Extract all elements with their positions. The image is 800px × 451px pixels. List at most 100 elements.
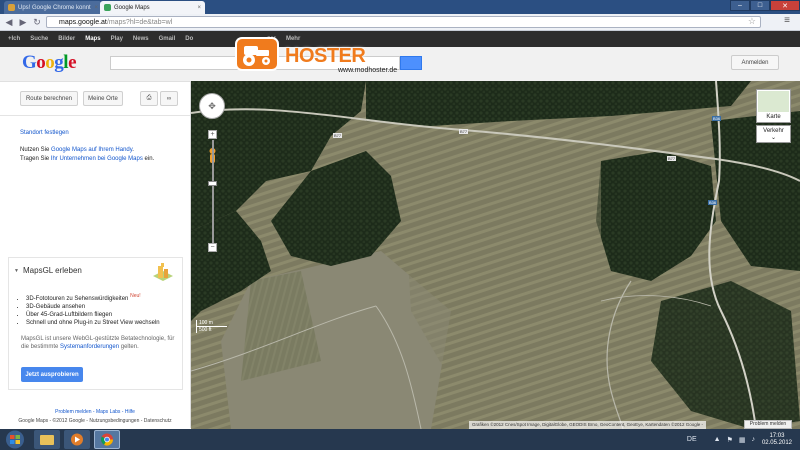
gbar-item-gmail[interactable]: Gmail bbox=[154, 36, 181, 42]
gbar-item-images[interactable]: Bilder bbox=[53, 36, 80, 42]
show-hidden-icons-icon[interactable]: ▲ bbox=[714, 436, 721, 443]
gbar-item-news[interactable]: News bbox=[128, 36, 154, 42]
scale-imperial: 500 ft bbox=[196, 327, 219, 333]
gbar-item-play[interactable]: Play bbox=[106, 36, 128, 42]
url-host: maps.google.at bbox=[59, 18, 107, 26]
watermark-url: www.modhoster.de bbox=[338, 67, 398, 74]
promo-text-2: . bbox=[132, 147, 134, 153]
maps-sidebar: Route berechnen Meine Orte ⎙ ∞ Standort … bbox=[0, 82, 191, 428]
forward-arrow-icon[interactable]: ▶ bbox=[17, 16, 29, 28]
gbar-item-docs[interactable]: Do bbox=[180, 36, 198, 42]
road-label: B77 bbox=[667, 156, 677, 161]
login-button[interactable]: Anmelden bbox=[731, 55, 779, 70]
link-icon[interactable]: ∞ bbox=[160, 91, 178, 106]
mapsgl-panel: ▼ MapsGL erleben 3D-Fototouren zu Sehens… bbox=[8, 257, 183, 390]
list-item: Schnell und ohne Plug-in zu Street View … bbox=[26, 319, 160, 327]
language-indicator[interactable]: DE bbox=[687, 436, 697, 443]
browser-tab-strip: Ups! Google Chrome konnt × Google Maps ×… bbox=[0, 0, 800, 14]
chrome-icon[interactable] bbox=[94, 430, 120, 449]
promo-text-1: Nutzen Sie bbox=[20, 147, 52, 153]
bookmark-star-icon[interactable]: ☆ bbox=[748, 16, 756, 27]
dropdown-arrow-icon: ⌄ bbox=[770, 135, 777, 141]
pan-control-icon[interactable]: ✥ bbox=[199, 93, 225, 119]
tab-close-icon[interactable]: × bbox=[197, 5, 201, 11]
google-logo[interactable]: Google bbox=[22, 52, 76, 74]
print-icon[interactable]: ⎙ bbox=[140, 91, 158, 106]
minimize-icon[interactable]: ‒ bbox=[730, 0, 750, 11]
windows-taskbar: DE ▲ ⚑ ▦ ♪ 17:03 02.05.2012 bbox=[0, 429, 800, 450]
traffic-button[interactable]: Verkehr ⌄ bbox=[756, 125, 791, 143]
maximize-icon[interactable]: □ bbox=[750, 0, 770, 11]
modhoster-watermark: HOSTER www.modhoster.de bbox=[237, 35, 407, 77]
network-icon[interactable]: ▦ bbox=[739, 436, 746, 444]
satellite-map[interactable]: B77 B77 B77 B36 B36 ✥ + − 100 m 500 ft K… bbox=[191, 81, 800, 429]
tab-title: Ups! Google Chrome konnt bbox=[18, 4, 91, 11]
google-maps-favicon bbox=[104, 4, 111, 11]
url-path: /maps?hl=de&tab=wl bbox=[106, 18, 173, 26]
system-tray: DE ▲ ⚑ ▦ ♪ 17:03 02.05.2012 bbox=[684, 429, 800, 450]
map-thumbnail bbox=[758, 91, 789, 112]
gbar-item-plus[interactable]: +Ich bbox=[3, 36, 25, 42]
road-label: B36 bbox=[708, 200, 718, 205]
promo-text-3: Tragen Sie bbox=[20, 156, 51, 162]
explorer-icon[interactable] bbox=[34, 430, 60, 449]
set-location-link[interactable]: Standort festlegen bbox=[20, 130, 69, 136]
sidebar-footer-links[interactable]: Problem melden - Maps Labs - Hilfe bbox=[0, 409, 190, 415]
map-attribution: Grafiken ©2012 Cnes/Spot Image, DigitalG… bbox=[469, 421, 707, 429]
map-type-karte-button[interactable]: Karte bbox=[756, 89, 791, 123]
sidebar-footer-legal[interactable]: Google Maps - ©2012 Google - Nutzungsbed… bbox=[0, 418, 190, 424]
windows-start-icon[interactable] bbox=[4, 430, 26, 449]
desc-text-2: gelten. bbox=[119, 344, 139, 350]
karte-label: Karte bbox=[766, 114, 781, 120]
media-player-icon[interactable] bbox=[64, 430, 90, 449]
taskbar-clock[interactable]: 17:03 02.05.2012 bbox=[762, 433, 792, 447]
promo-text: Nutzen Sie Google Maps auf Ihrem Handy. … bbox=[20, 146, 185, 164]
wrench-menu-icon[interactable]: ≡ bbox=[780, 15, 794, 29]
browser-toolbar: ◀ ▶ ↻ maps.google.at/maps?hl=de&tab=wl ☆… bbox=[0, 14, 800, 31]
tab-close-icon[interactable]: × bbox=[94, 5, 98, 11]
gbar-item-maps[interactable]: Maps bbox=[80, 36, 105, 42]
mapsgl-feature-list: 3D-Fototouren zu Sehenswürdigkeiten Neu!… bbox=[18, 292, 160, 327]
browser-tab-error[interactable]: Ups! Google Chrome konnt × bbox=[4, 1, 102, 14]
zoom-slider[interactable] bbox=[212, 140, 214, 244]
browser-tab-maps[interactable]: Google Maps × bbox=[100, 1, 205, 14]
feature-text: 3D-Fototouren zu Sehenswürdigkeiten bbox=[26, 296, 129, 302]
maps-mobile-link[interactable]: Google Maps auf Ihrem Handy bbox=[51, 147, 132, 153]
window-controls: ‒ □ ✕ bbox=[730, 0, 800, 11]
road-label: B77 bbox=[333, 133, 343, 138]
gbar-item-search[interactable]: Suche bbox=[25, 36, 53, 42]
my-places-button[interactable]: Meine Orte bbox=[83, 91, 123, 106]
watermark-brand: HOSTER bbox=[285, 45, 366, 67]
clock-time: 17:03 bbox=[769, 432, 785, 439]
divider bbox=[0, 115, 190, 116]
report-problem-button[interactable]: Problem melden bbox=[744, 420, 792, 429]
tractor-logo-icon bbox=[237, 39, 277, 69]
scale-metric: 100 m bbox=[196, 320, 227, 327]
zoom-out-button[interactable]: − bbox=[208, 243, 217, 252]
list-item: 3D-Fototouren zu Sehenswürdigkeiten Neu! bbox=[26, 292, 160, 303]
action-center-flag-icon[interactable]: ⚑ bbox=[727, 436, 733, 444]
clock-date: 02.05.2012 bbox=[761, 439, 792, 446]
collapse-triangle-icon[interactable]: ▼ bbox=[14, 268, 19, 274]
volume-icon[interactable]: ♪ bbox=[751, 436, 755, 443]
business-link[interactable]: Ihr Unternehmen bei Google Maps bbox=[51, 156, 143, 162]
back-arrow-icon[interactable]: ◀ bbox=[3, 16, 15, 28]
address-bar[interactable]: maps.google.at/maps?hl=de&tab=wl bbox=[46, 16, 761, 28]
satellite-imagery bbox=[191, 81, 800, 429]
reload-icon[interactable]: ↻ bbox=[31, 16, 43, 28]
list-item: 3D-Gebäude ansehen bbox=[26, 303, 160, 311]
close-icon[interactable]: ✕ bbox=[770, 0, 800, 11]
road-label: B77 bbox=[459, 129, 469, 134]
mapsgl-title: MapsGL erleben bbox=[23, 266, 82, 275]
zoom-slider-handle[interactable] bbox=[208, 181, 217, 186]
list-item: Über 45-Grad-Luftbildern fliegen bbox=[26, 311, 160, 319]
tab-title: Google Maps bbox=[114, 4, 150, 11]
try-now-button[interactable]: Jetzt ausprobieren bbox=[21, 367, 83, 382]
route-button[interactable]: Route berechnen bbox=[20, 91, 78, 106]
zoom-in-button[interactable]: + bbox=[208, 130, 217, 139]
requirements-link[interactable]: Systemanforderungen bbox=[60, 344, 119, 350]
error-page-icon bbox=[8, 4, 15, 11]
3d-buildings-icon bbox=[150, 262, 176, 284]
promo-text-4: ein. bbox=[142, 156, 155, 162]
mapsgl-description: MapsGL ist unsere WebGL-gestützte Betate… bbox=[21, 335, 176, 351]
